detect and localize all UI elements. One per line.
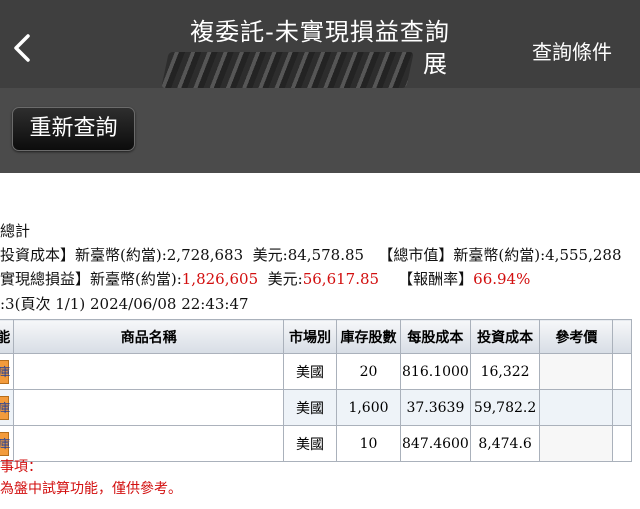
market-value-twd: 4,555,288 — [545, 246, 622, 264]
shares-cell: 20 — [335, 353, 402, 390]
pl-usd-label: 美元: — [267, 270, 303, 288]
cost-twd: 2,728,683 — [166, 246, 244, 264]
chevron-left-icon — [14, 34, 30, 62]
row-action-button[interactable]: 庫 — [0, 431, 10, 456]
row-action-button[interactable]: 庫 — [0, 395, 10, 420]
notes-section: 事項： 為盤中試算功能，僅供參考。 — [0, 456, 182, 500]
col-market: 市場別 — [283, 319, 337, 354]
unit-cost-cell: 37.3639 — [400, 389, 471, 426]
holdings-table: 能 商品名稱 市場別 庫存股數 每股成本 投資成本 參考價 庫 美國 20 81… — [0, 319, 632, 462]
cost-usd-label: 美元: — [252, 246, 288, 264]
ref-price-cell — [539, 425, 614, 462]
summary-cost-row: 投資成本】新臺幣(約當):2,728,683 美元:84,578.85 【總市值… — [0, 244, 621, 265]
table-row[interactable]: 庫 美國 1,600 37.3639 59,782.2 — [0, 389, 632, 426]
page-title-line1: 複委託-未實現損益查詢 — [190, 18, 450, 46]
cost-cell: 8,474.6 — [469, 425, 541, 462]
shares-cell: 1,600 — [335, 389, 402, 426]
product-name-cell — [13, 389, 285, 426]
row-action-cell: 庫 — [0, 353, 15, 390]
cost-label: 投資成本】新臺幣(約當): — [0, 246, 167, 264]
pl-twd: 1,826,605 — [181, 270, 259, 288]
cost-usd: 84,578.85 — [287, 246, 365, 264]
app-header: 複委託-未實現損益查詢 展 查詢條件 — [0, 0, 640, 88]
redacted-name — [63, 360, 234, 379]
shares-cell: 10 — [335, 425, 402, 462]
market-value-label: 【總市值】新臺幣(約當): — [378, 246, 546, 264]
row-action-cell: 庫 — [0, 389, 15, 426]
cost-cell: 16,322 — [469, 353, 541, 390]
redaction-smudge — [161, 52, 414, 88]
page-info: :3(頁次 1/1) 2024/06/08 22:43:47 — [0, 295, 249, 313]
redacted-name — [63, 432, 234, 451]
redacted-name — [63, 396, 234, 415]
market-cell: 美國 — [283, 353, 337, 390]
col-cost: 投資成本 — [469, 319, 541, 354]
notes-heading: 事項： — [0, 459, 42, 475]
unit-cost-cell: 816.1000 — [400, 353, 471, 390]
table-row[interactable]: 庫 美國 20 816.1000 16,322 — [0, 353, 632, 390]
summary-heading: 總計 — [0, 222, 31, 240]
table-header-row: 能 商品名稱 市場別 庫存股數 每股成本 投資成本 參考價 — [0, 319, 632, 354]
col-action: 能 — [0, 319, 15, 354]
roi-label: 【報酬率】 — [398, 270, 474, 288]
col-unit-cost: 每股成本 — [400, 319, 471, 354]
overflow-cell — [612, 353, 632, 390]
market-cell: 美國 — [283, 389, 337, 426]
ref-price-cell — [539, 389, 614, 426]
cost-cell: 59,782.2 — [469, 389, 541, 426]
col-ref-price: 參考價 — [539, 319, 614, 354]
pl-label: 實現總損益】新臺幣(約當): — [0, 270, 182, 288]
ref-price-cell — [539, 353, 614, 390]
unit-cost-cell: 847.4600 — [400, 425, 471, 462]
query-conditions-button[interactable]: 查詢條件 — [532, 36, 612, 65]
col-product-name: 商品名稱 — [13, 319, 285, 354]
roi-value: 66.94% — [473, 270, 531, 288]
back-button[interactable] — [8, 28, 36, 68]
row-action-button[interactable]: 庫 — [0, 359, 10, 384]
col-shares: 庫存股數 — [335, 319, 402, 354]
product-name-cell — [13, 353, 285, 390]
requery-button[interactable]: 重新查詢 — [12, 107, 135, 151]
col-overflow — [612, 319, 632, 354]
pl-usd: 56,617.85 — [302, 270, 380, 288]
market-cell: 美國 — [283, 425, 337, 462]
summary-pl-row: 實現總損益】新臺幣(約當):1,826,605 美元:56,617.85 【報酬… — [0, 268, 530, 289]
overflow-cell — [612, 389, 632, 426]
notes-text: 為盤中試算功能，僅供參考。 — [0, 481, 182, 497]
overflow-cell — [612, 425, 632, 462]
